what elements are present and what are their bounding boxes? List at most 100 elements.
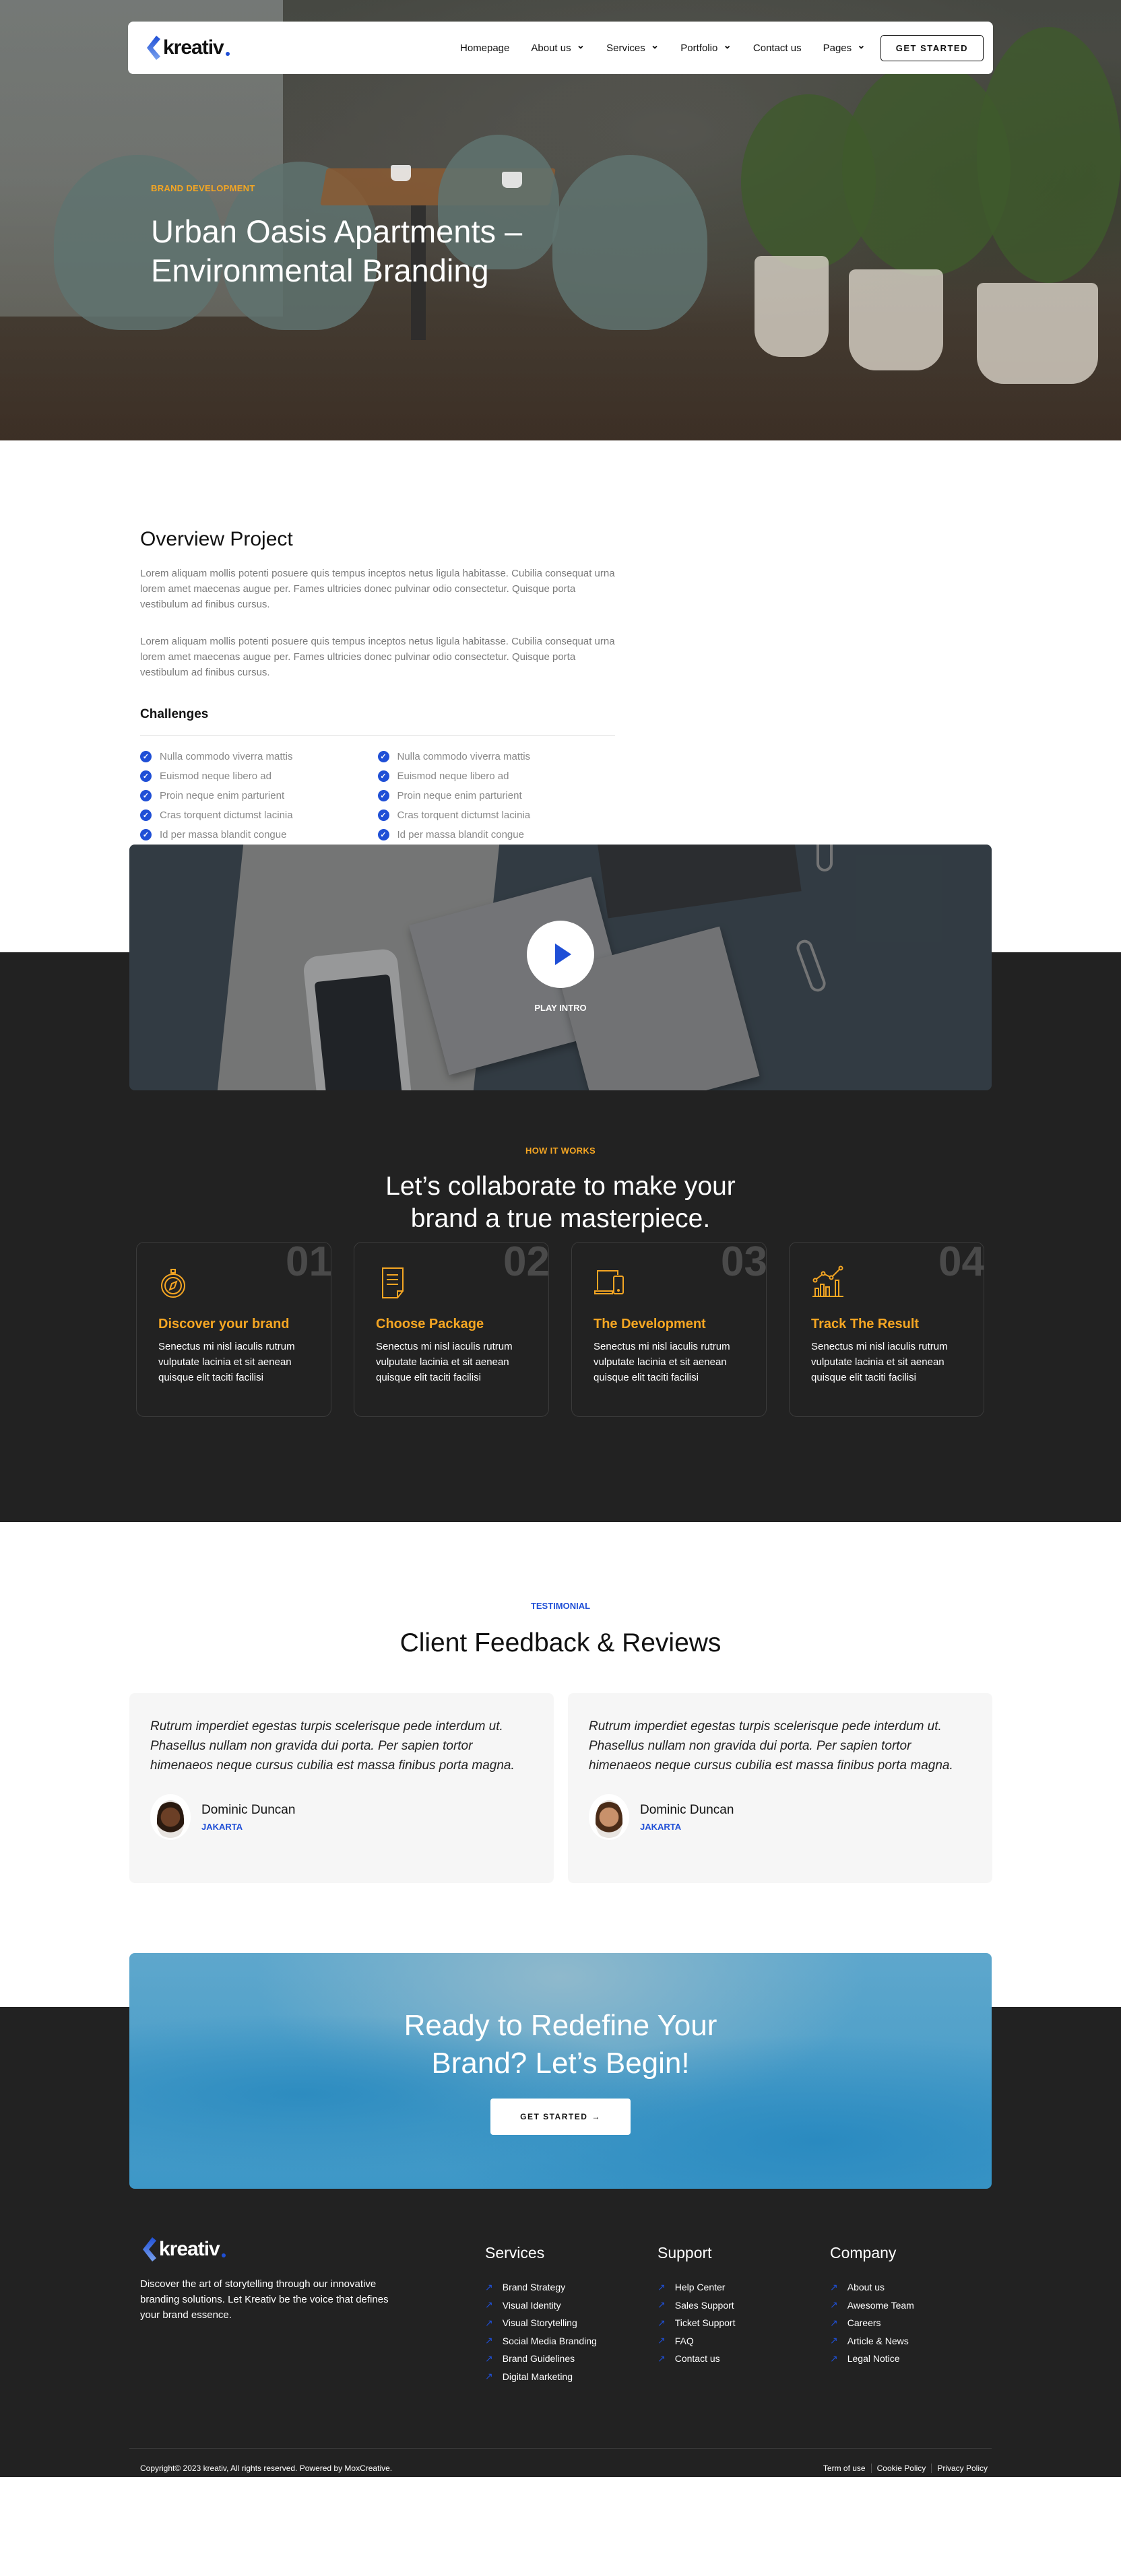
step-title: The Development [594, 1317, 706, 1331]
nav-item-homepage[interactable]: Homepage [449, 42, 520, 54]
footer-link[interactable]: ↗ Visual Identity [485, 2297, 597, 2315]
footer-logo[interactable]: kreativ [140, 2236, 396, 2263]
footer-link-label: Visual Identity [502, 2299, 561, 2311]
footer-link[interactable]: ↗ Legal Notice [830, 2350, 914, 2368]
hero-content: BRAND DEVELOPMENT Urban Oasis Apartments… [151, 183, 609, 290]
arrow-up-right-icon: ↗ [485, 2317, 493, 2328]
arrow-up-right-icon: ↗ [485, 2299, 493, 2311]
chevron-down-icon: ⌄ [576, 40, 585, 51]
footer-column-title: Services [485, 2244, 545, 2261]
check-circle-icon: ✓ [140, 770, 152, 782]
chevron-down-icon: ⌄ [857, 40, 866, 51]
footer-link-label: Ticket Support [674, 2317, 736, 2329]
nav-item-label: Contact us [752, 42, 802, 54]
nav-item-label: Services [606, 42, 645, 54]
author-info: Dominic Duncan JAKARTA [201, 1803, 295, 1832]
footer-link[interactable]: ↗ Ticket Support [658, 2314, 735, 2332]
footer-link[interactable]: ↗ Brand Strategy [485, 2278, 597, 2297]
footer-brand: kreativ Discover the art of storytelling… [140, 2236, 396, 2323]
footer-link-label: Brand Strategy [502, 2282, 566, 2293]
chevron-down-icon: ⌄ [723, 40, 732, 51]
section-spacer [0, 1899, 1121, 1953]
separator [931, 2464, 932, 2473]
challenge-text: Nulla commodo viverra mattis [160, 751, 293, 762]
play-button[interactable] [527, 921, 594, 988]
cta-button-label: GET STARTED [520, 2112, 588, 2121]
challenges-title: Challenges [140, 707, 209, 721]
hero-bg-pot [849, 269, 943, 370]
legal-link[interactable]: Privacy Policy [937, 2464, 988, 2473]
footer-link[interactable]: ↗ Sales Support [658, 2297, 735, 2315]
legal-link[interactable]: Term of use [823, 2464, 866, 2473]
footer-link[interactable]: ↗ About us [830, 2278, 914, 2297]
testimonial-card: Rutrum imperdiet egestas turpis sceleris… [568, 1693, 992, 1883]
arrow-right-icon: → [591, 2112, 601, 2121]
challenge-text: Id per massa blandit congue [160, 829, 287, 840]
cta-get-started-button[interactable]: GET STARTED → [490, 2099, 631, 2135]
footer-link[interactable]: ↗ Awesome Team [830, 2297, 914, 2315]
intro-video[interactable]: PLAY INTRO [129, 845, 992, 1090]
nav-item-contact-us[interactable]: Contact us [742, 42, 812, 54]
nav-item-pages[interactable]: Pages ⌄ [812, 40, 876, 54]
challenge-text: Proin neque enim parturient [160, 790, 285, 801]
step-number: 03 [721, 1242, 767, 1285]
copyright: Copyright© 2023 kreativ, All rights rese… [140, 2464, 393, 2473]
nav-item-portfolio[interactable]: Portfolio ⌄ [670, 40, 742, 54]
footer-link[interactable]: ↗ Digital Marketing [485, 2368, 597, 2386]
footer-link-label: Visual Storytelling [502, 2317, 577, 2329]
footer-link[interactable]: ↗ Brand Guidelines [485, 2350, 597, 2368]
footer-link[interactable]: ↗ Help Center [658, 2278, 735, 2297]
overview-paragraph: Lorem aliquam mollis potenti posuere qui… [140, 568, 615, 610]
devices-icon [594, 1265, 629, 1300]
footer-link[interactable]: ↗ Contact us [658, 2350, 735, 2368]
testimonial-cards: Rutrum imperdiet egestas turpis sceleris… [129, 1693, 992, 1883]
logo-chevron-icon [140, 2236, 158, 2263]
testimonial-author: Dominic Duncan JAKARTA [150, 1794, 533, 1840]
check-circle-icon: ✓ [377, 751, 389, 762]
logo-dot [225, 52, 230, 56]
footer-link-label: Careers [847, 2317, 881, 2329]
footer-link[interactable]: ↗ Visual Storytelling [485, 2314, 597, 2332]
challenge-item: ✓ Cras torquent dictumst lacinia [140, 808, 378, 822]
footer-link-label: Legal Notice [847, 2353, 900, 2365]
process-title: Let’s collaborate to make your brand a t… [0, 1170, 1121, 1235]
challenge-text: Cras torquent dictumst lacinia [160, 810, 293, 821]
footer-link[interactable]: ↗ FAQ [658, 2332, 735, 2350]
challenge-text: Euismod neque libero ad [160, 770, 271, 782]
challenge-item: ✓ Proin neque enim parturient [140, 789, 378, 803]
challenge-item: ✓ Euismod neque libero ad [377, 769, 616, 783]
footer-link[interactable]: ↗ Social Media Branding [485, 2332, 597, 2350]
legal-link[interactable]: Cookie Policy [877, 2464, 926, 2473]
challenges-list: ✓ Nulla commodo viverra mattis ✓ Nulla comm… [140, 736, 615, 853]
testimonial-header: TESTIMONIAL Client Feedback & Reviews [0, 1601, 1121, 1658]
challenge-text: Cras torquent dictumst lacinia [397, 810, 531, 821]
nav-item-services[interactable]: Services ⌄ [596, 40, 670, 54]
footer-column-title: Support [658, 2244, 712, 2261]
arrow-up-right-icon: ↗ [485, 2352, 493, 2364]
arrow-up-right-icon: ↗ [830, 2352, 838, 2364]
arrow-up-right-icon: ↗ [658, 2317, 666, 2328]
overview-content: Overview Project Lorem aliquam mollis po… [140, 528, 615, 853]
footer-link-label: Brand Guidelines [502, 2353, 575, 2365]
challenge-text: Euismod neque libero ad [397, 770, 509, 782]
footer-link-list: ↗ Brand Strategy ↗ Visual Identity ↗ Visual S… [485, 2278, 597, 2385]
process-step-card: 02 Choose Package Senectus mi nisl iaculis… [354, 1242, 549, 1417]
logo[interactable]: kreativ [144, 34, 230, 61]
arrow-up-right-icon: ↗ [830, 2299, 838, 2311]
testimonial-quote: Rutrum imperdiet egestas turpis sceleris… [150, 1719, 515, 1773]
challenge-item: ✓ Nulla commodo viverra mattis [377, 750, 616, 764]
navbar: kreativ Homepage About us ⌄ Services ⌄ Portfo… [128, 22, 993, 74]
footer-column-title: Company [830, 2244, 897, 2261]
nav-item-about-us[interactable]: About us ⌄ [520, 40, 596, 54]
testimonial-author: Dominic Duncan JAKARTA [589, 1794, 971, 1840]
step-title: Discover your brand [158, 1317, 290, 1331]
process-header: HOW IT WORKS Let’s collaborate to make y… [0, 1146, 1121, 1235]
cta-title: Ready to Redefine Your Brand? Let’s Begi… [129, 2007, 992, 2082]
nav-get-started-button[interactable]: GET STARTED [880, 34, 984, 61]
footer-link[interactable]: ↗ Careers [830, 2314, 914, 2332]
footer-link[interactable]: ↗ Article & News [830, 2332, 914, 2350]
process-steps: 01 Discover your brand Senectus mi nisl ia… [136, 1242, 984, 1417]
arrow-up-right-icon: ↗ [485, 2281, 493, 2292]
arrow-up-right-icon: ↗ [485, 2371, 493, 2382]
footer-link-label: About us [847, 2282, 885, 2293]
